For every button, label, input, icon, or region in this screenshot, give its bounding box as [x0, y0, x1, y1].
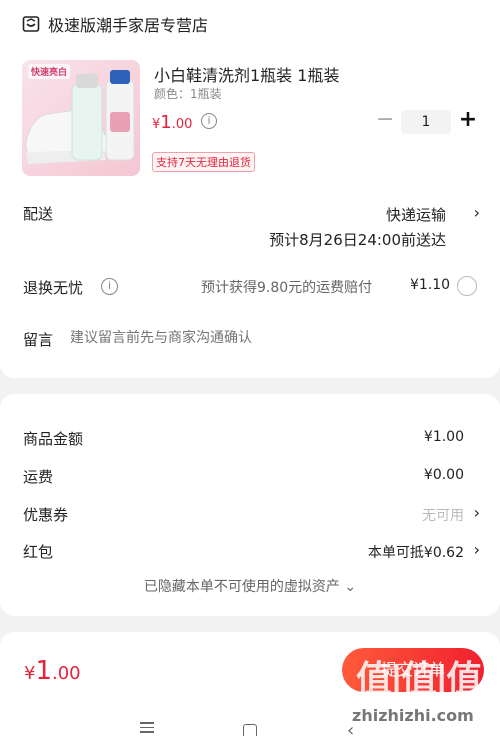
- total-integer: 1: [35, 656, 52, 686]
- coupon-chevron-icon[interactable]: ›: [474, 503, 480, 522]
- delivery-method[interactable]: 快递运输: [386, 204, 446, 225]
- return-insurance-radio[interactable]: [457, 276, 477, 296]
- nav-back-icon[interactable]: ‹: [347, 720, 354, 736]
- shipping-fee-label: 运费: [23, 468, 54, 486]
- system-nav-bar: ‹: [0, 708, 354, 736]
- nav-home-icon[interactable]: [243, 724, 257, 736]
- order-card: 极速版潮手家居专营店 快速亮白 小白鞋清洗剂1瓶装 1瓶装 颜色：1瓶装 ¥1.…: [0, 0, 500, 378]
- return-insurance-desc: 预计获得9.80元的运费赔付: [201, 280, 373, 296]
- product-image-tag: 快速亮白: [28, 64, 71, 79]
- product-image[interactable]: 快速亮白: [22, 60, 140, 176]
- red-packet-label: 红包: [23, 543, 54, 561]
- quantity-field[interactable]: 1: [401, 110, 451, 134]
- product-price: ¥1.00: [152, 112, 192, 133]
- goods-amount-label: 商品金额: [23, 430, 84, 448]
- goods-amount-value: ¥1.00: [423, 429, 464, 445]
- return-insurance-fee: ¥1.10: [410, 277, 451, 293]
- price-info-icon[interactable]: i: [201, 113, 217, 129]
- note-label: 留言: [23, 331, 54, 349]
- coupon-value[interactable]: 无可用: [422, 505, 464, 525]
- product-variant[interactable]: 颜色：1瓶装: [154, 85, 222, 102]
- quantity-plus-button[interactable]: +: [458, 108, 478, 132]
- red-packet-chevron-icon[interactable]: ›: [474, 540, 480, 559]
- store-name: 极速版潮手家居专营店: [48, 16, 209, 35]
- return-policy-badge: 支持7天无理由退货: [152, 152, 255, 172]
- store-header[interactable]: 极速版潮手家居专营店: [22, 12, 208, 36]
- total-decimal: .00: [52, 663, 81, 684]
- red-packet-value[interactable]: 本单可抵¥0.62: [368, 542, 464, 562]
- watermark-site: zhizhizhi.com: [352, 706, 474, 725]
- coupon-label: 优惠券: [23, 506, 69, 524]
- return-insurance-label: 退换无忧: [23, 279, 84, 297]
- hidden-assets-toggle[interactable]: 已隐藏本单不可使用的虚拟资产 ⌄: [0, 576, 500, 596]
- quantity-minus-button[interactable]: −: [376, 109, 394, 131]
- total-price: ¥1.00: [24, 656, 81, 686]
- delivery-eta: 预计8月26日24:00前送达: [269, 231, 446, 249]
- watermark-logo: 值|值|值: [356, 659, 482, 700]
- total-symbol: ¥: [24, 663, 36, 684]
- note-input[interactable]: [70, 330, 470, 346]
- nav-menu-icon[interactable]: [140, 722, 154, 736]
- store-icon: [22, 16, 40, 32]
- delivery-chevron-icon[interactable]: ›: [474, 203, 480, 222]
- product-title[interactable]: 小白鞋清洗剂1瓶装 1瓶装: [154, 62, 339, 86]
- return-info-icon[interactable]: i: [101, 278, 118, 295]
- price-integer: 1: [160, 112, 172, 133]
- shipping-fee-value: ¥0.00: [423, 467, 464, 483]
- delivery-label: 配送: [23, 205, 54, 223]
- price-decimal: .00: [171, 117, 193, 132]
